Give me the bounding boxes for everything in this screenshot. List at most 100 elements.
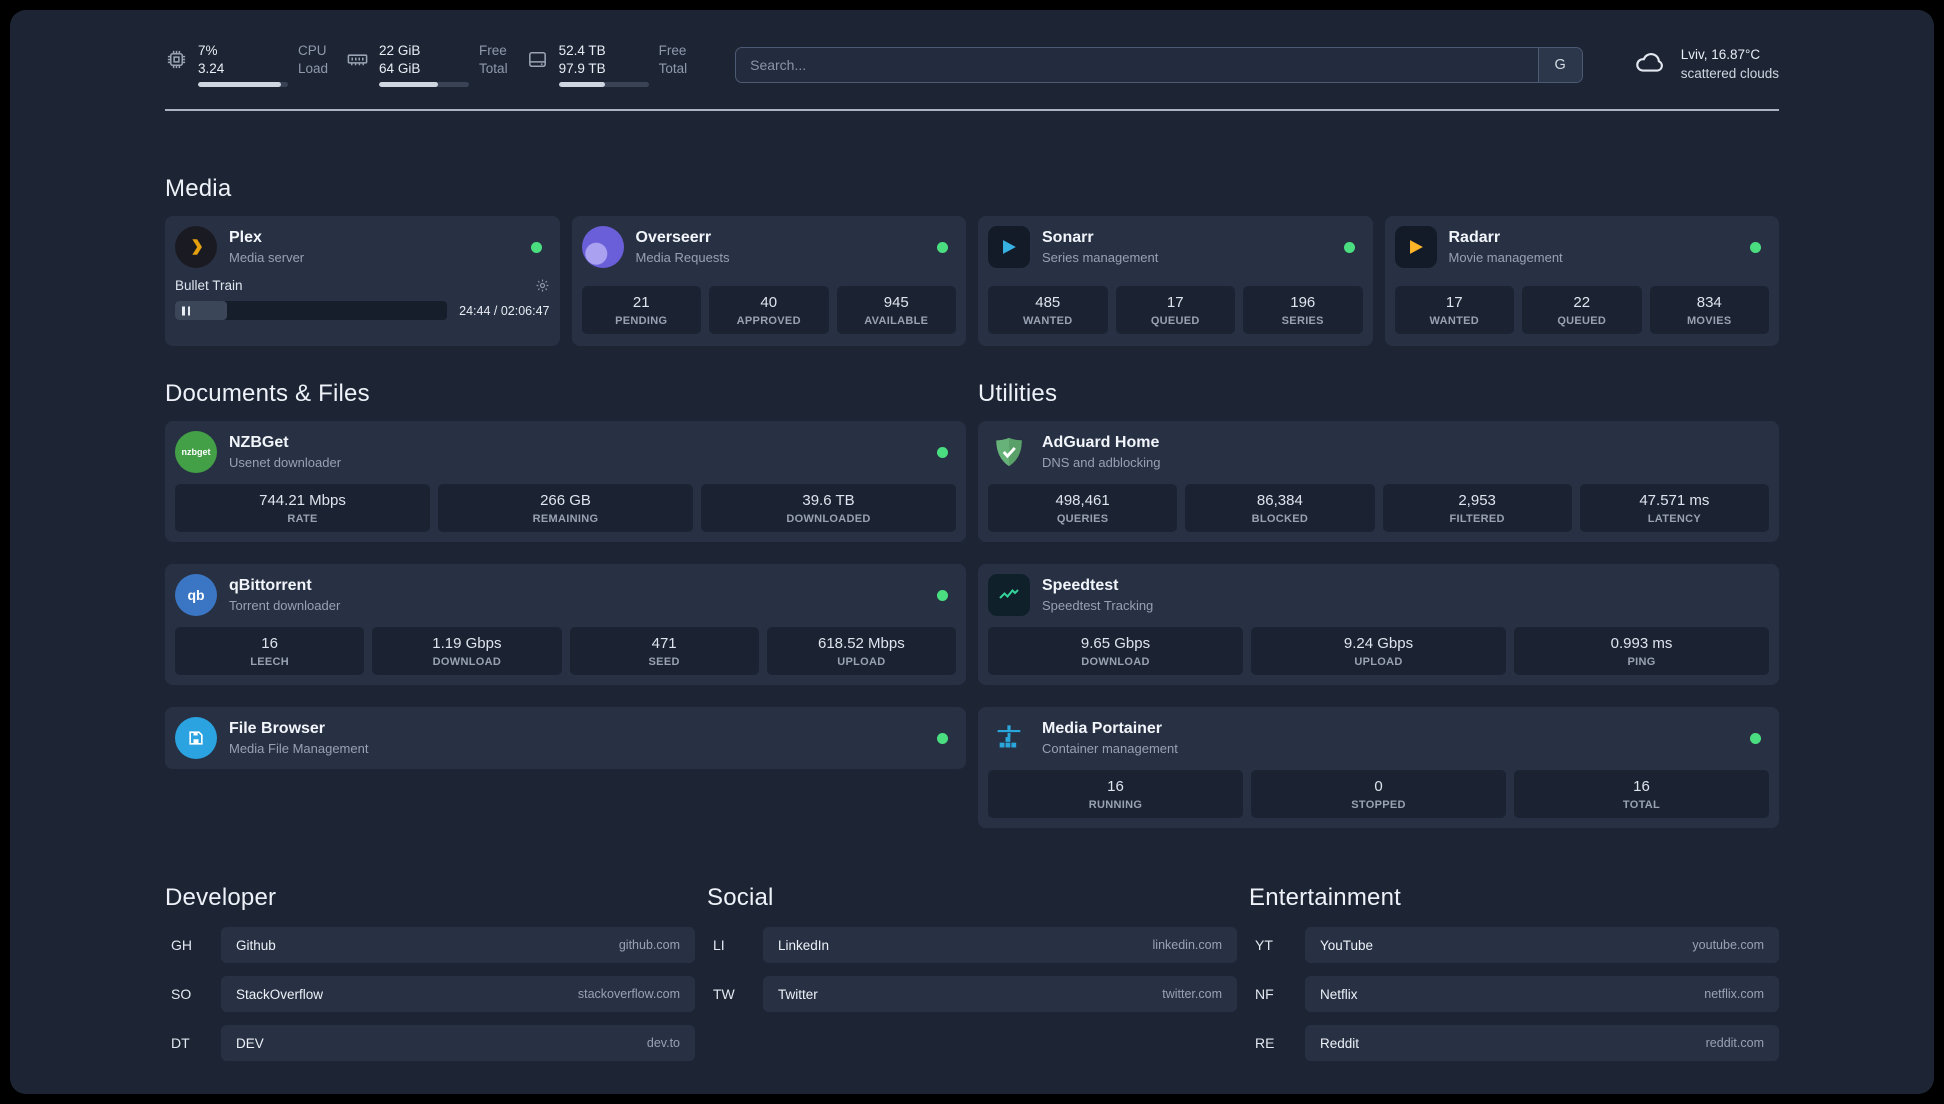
bookmark-name: Twitter bbox=[778, 986, 818, 1002]
playback-progress-bar[interactable] bbox=[175, 301, 448, 321]
stat-stopped: 0 STOPPED bbox=[1251, 770, 1506, 819]
service-card-nzbget[interactable]: nzbget NZBGet Usenet downloader 744.21 M… bbox=[165, 421, 966, 543]
service-description: Series management bbox=[1042, 250, 1159, 266]
service-card-portainer[interactable]: Media Portainer Container management 16 … bbox=[978, 707, 1779, 829]
pause-icon[interactable] bbox=[182, 306, 190, 316]
bookmark-name: Github bbox=[236, 937, 276, 953]
media-heading: Media bbox=[165, 175, 232, 203]
status-dot bbox=[937, 446, 948, 458]
service-name: AdGuard Home bbox=[1042, 434, 1160, 452]
bookmark-github[interactable]: GH Github github.com bbox=[165, 927, 695, 964]
status-dot bbox=[1750, 732, 1761, 744]
memory-free-label: Free bbox=[479, 43, 507, 58]
bookmark-abbr: NF bbox=[1255, 986, 1274, 1003]
cpu-chip-icon bbox=[165, 48, 188, 76]
service-card-radarr[interactable]: Radarr Movie management 17 WANTED 22 QUE… bbox=[1384, 216, 1779, 347]
speedtest-icon bbox=[988, 574, 1030, 617]
cpu-label: CPU bbox=[298, 43, 327, 58]
settings-gear-icon[interactable] bbox=[535, 278, 550, 293]
service-card-speedtest[interactable]: Speedtest Speedtest Tracking 9.65 Gbps D… bbox=[978, 564, 1779, 686]
bookmark-name: StackOverflow bbox=[236, 986, 324, 1002]
bookmark-group-social: Social LI LinkedIn linkedin.com TW Twitt… bbox=[707, 884, 1237, 1074]
service-name: Speedtest bbox=[1042, 577, 1119, 595]
bookmark-reddit[interactable]: RE Reddit reddit.com bbox=[1249, 1025, 1779, 1062]
stat-upload: 9.24 Gbps UPLOAD bbox=[1251, 627, 1506, 676]
playback-time: 24:44 / 02:06:47 bbox=[459, 303, 550, 318]
stat-blocked: 86,384 BLOCKED bbox=[1185, 484, 1375, 533]
section-utilities: Utilities AdGuard Home DNS and adblockin… bbox=[978, 380, 1779, 829]
bookmark-dev[interactable]: DT DEV dev.to bbox=[165, 1025, 695, 1062]
bookmark-url: youtube.com bbox=[1692, 938, 1764, 953]
service-description: DNS and adblocking bbox=[1042, 455, 1161, 471]
documents-heading: Documents & Files bbox=[165, 380, 370, 408]
section-media: Media Plex Media server Bullet Train 24:… bbox=[165, 175, 1779, 347]
adguard-icon bbox=[988, 431, 1030, 473]
bookmark-abbr: DT bbox=[171, 1035, 190, 1052]
bookmark-url: linkedin.com bbox=[1152, 938, 1222, 953]
bookmark-url: netflix.com bbox=[1704, 987, 1764, 1002]
bookmark-url: dev.to bbox=[646, 1036, 680, 1051]
bookmark-netflix[interactable]: NF Netflix netflix.com bbox=[1249, 976, 1779, 1013]
social-heading: Social bbox=[707, 884, 774, 912]
disk-free-value: 52.4 TB bbox=[558, 43, 606, 58]
bookmark-url: reddit.com bbox=[1705, 1036, 1764, 1051]
status-dot bbox=[937, 241, 948, 253]
bookmark-name: LinkedIn bbox=[778, 937, 830, 953]
stat-available: 945 AVAILABLE bbox=[836, 286, 956, 335]
bookmark-abbr: RE bbox=[1255, 1035, 1275, 1052]
stat-running: 16 RUNNING bbox=[988, 770, 1243, 819]
cpu-progress-bar bbox=[198, 82, 288, 88]
service-name: Radarr bbox=[1448, 229, 1501, 247]
search-input[interactable] bbox=[736, 47, 1538, 82]
bookmark-name: DEV bbox=[236, 1035, 264, 1051]
bookmark-linkedin[interactable]: LI LinkedIn linkedin.com bbox=[707, 927, 1237, 964]
overseerr-icon bbox=[581, 226, 624, 269]
bookmark-group-entertainment: Entertainment YT YouTube youtube.com NF … bbox=[1249, 884, 1779, 1074]
stat-movies: 834 MOVIES bbox=[1649, 286, 1769, 335]
service-name: Sonarr bbox=[1042, 229, 1094, 247]
service-card-sonarr[interactable]: Sonarr Series management 485 WANTED 17 Q… bbox=[978, 216, 1373, 347]
cpu-load-label: Load bbox=[298, 60, 329, 76]
service-card-filebrowser[interactable]: File Browser Media File Management bbox=[165, 707, 966, 770]
bookmark-group-developer: Developer GH Github github.com SO StackO… bbox=[165, 884, 695, 1074]
disk-widget: 52.4 TB 97.9 TB Free Total bbox=[526, 42, 688, 88]
stat-remaining: 266 GB REMAINING bbox=[438, 484, 693, 533]
service-name: qBittorrent bbox=[229, 577, 312, 595]
disk-total-label: Total bbox=[658, 60, 688, 76]
filebrowser-icon bbox=[175, 717, 217, 760]
cpu-load-value: 3.24 bbox=[198, 60, 225, 76]
search-provider-button[interactable]: G bbox=[1537, 47, 1582, 82]
status-dot bbox=[530, 241, 542, 253]
weather-location: Lviv, 16.87°C bbox=[1680, 47, 1761, 63]
bookmark-url: github.com bbox=[618, 938, 680, 953]
service-description: Container management bbox=[1042, 741, 1178, 757]
service-card-overseerr[interactable]: Overseerr Media Requests 21 PENDING 40 A… bbox=[571, 216, 966, 347]
bookmark-abbr: GH bbox=[171, 937, 192, 954]
stat-download: 9.65 Gbps DOWNLOAD bbox=[988, 627, 1243, 676]
bookmark-twitter[interactable]: TW Twitter twitter.com bbox=[707, 976, 1237, 1013]
disk-free-label: Free bbox=[658, 43, 687, 58]
bookmark-abbr: SO bbox=[171, 986, 192, 1003]
service-description: Usenet downloader bbox=[229, 455, 342, 471]
sonarr-icon bbox=[988, 226, 1030, 269]
service-card-adguard[interactable]: AdGuard Home DNS and adblocking 498,461 … bbox=[978, 421, 1779, 543]
bookmark-name: YouTube bbox=[1320, 937, 1374, 953]
status-dot bbox=[937, 589, 948, 601]
bookmark-name: Netflix bbox=[1320, 986, 1358, 1002]
stat-approved: 40 APPROVED bbox=[709, 286, 829, 335]
stat-wanted: 485 WANTED bbox=[988, 286, 1108, 335]
stat-queries: 498,461 QUERIES bbox=[988, 484, 1178, 533]
service-card-qbittorrent[interactable]: qb qBittorrent Torrent downloader 16 LEE… bbox=[165, 564, 966, 686]
stat-filtered: 2,953 FILTERED bbox=[1382, 484, 1572, 533]
service-name: File Browser bbox=[229, 720, 326, 738]
memory-total-value: 64 GiB bbox=[379, 60, 421, 76]
service-card-plex[interactable]: Plex Media server Bullet Train 24:44 / 0… bbox=[165, 216, 560, 347]
portainer-icon bbox=[988, 717, 1030, 759]
service-name: Overseerr bbox=[635, 229, 712, 247]
bookmark-stackoverflow[interactable]: SO StackOverflow stackoverflow.com bbox=[165, 976, 695, 1013]
section-documents: Documents & Files nzbget NZBGet Usenet d… bbox=[165, 380, 966, 828]
stat-queued: 22 QUEUED bbox=[1522, 286, 1642, 335]
stat-ping: 0.993 ms PING bbox=[1514, 627, 1769, 676]
service-description: Speedtest Tracking bbox=[1042, 598, 1154, 614]
bookmark-youtube[interactable]: YT YouTube youtube.com bbox=[1249, 927, 1779, 964]
